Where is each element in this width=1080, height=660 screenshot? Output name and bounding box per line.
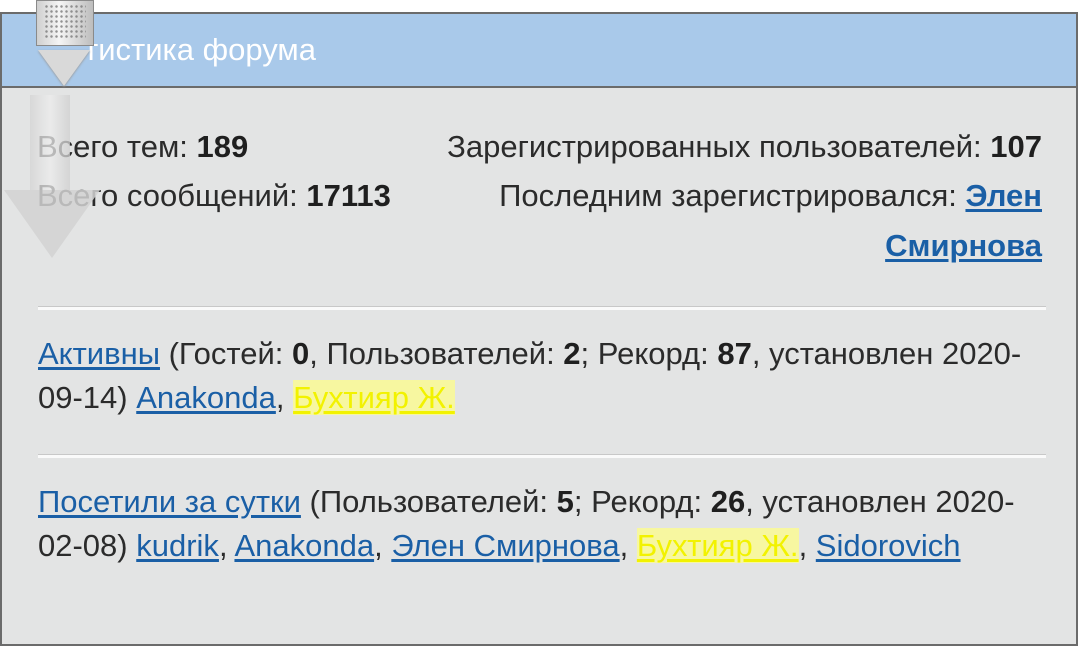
separator: , bbox=[374, 528, 392, 563]
divider bbox=[38, 454, 1046, 458]
registered-count: Зарегистрированных пользователей: 107 bbox=[447, 127, 1042, 167]
daily-visitors-section: Посетили за сутки (Пользователей: 5; Рек… bbox=[38, 480, 1046, 568]
topics-value: 189 bbox=[196, 129, 249, 164]
registered-value: 107 bbox=[990, 129, 1042, 164]
user-link-sidorovich[interactable]: Sidorovich bbox=[816, 528, 961, 563]
active-users-value: 2 bbox=[563, 336, 581, 371]
user-link-buhtiyar[interactable]: Бухтияр Ж. bbox=[636, 528, 799, 563]
arrow-shaft bbox=[30, 95, 70, 190]
user-link-anakonda[interactable]: Anakonda bbox=[234, 528, 374, 563]
separator: , bbox=[218, 528, 235, 563]
active-users-section: Активны (Гостей: 0, Пользователей: 2; Ре… bbox=[38, 332, 1046, 420]
daily-record-value: 26 bbox=[710, 484, 746, 519]
text: ; Рекорд: bbox=[573, 484, 711, 519]
user-link-anakonda[interactable]: Anakonda bbox=[136, 380, 276, 415]
daily-users-value: 5 bbox=[556, 484, 574, 519]
last-registered-user-link[interactable]: Элен bbox=[965, 178, 1042, 213]
last-registered-label: Последним зарегистрировался: bbox=[499, 178, 957, 213]
grip-texture bbox=[44, 4, 86, 40]
text: (Пользователей: bbox=[300, 484, 557, 519]
arrow-down-icon bbox=[4, 190, 100, 258]
user-link-elen-smirnova[interactable]: Элен Смирнова bbox=[391, 528, 619, 563]
separator: , bbox=[798, 528, 816, 563]
guests-value: 0 bbox=[292, 336, 310, 371]
active-link[interactable]: Активны bbox=[38, 336, 160, 371]
active-record-value: 87 bbox=[717, 336, 752, 371]
text: (Гостей: bbox=[159, 336, 293, 371]
panel-title: тистика форума bbox=[84, 32, 316, 67]
scroll-down-arrow-icon[interactable] bbox=[0, 0, 100, 270]
last-registered-line2: Смирнова bbox=[885, 226, 1042, 266]
posts-value: 17113 bbox=[306, 178, 391, 213]
text: , Пользователей: bbox=[309, 336, 564, 371]
user-link-buhtiyar[interactable]: Бухтияр Ж. bbox=[293, 380, 455, 415]
last-registered-user-link-cont[interactable]: Смирнова bbox=[885, 228, 1042, 263]
text: ; Рекорд: bbox=[580, 336, 718, 371]
user-link-kudrik[interactable]: kudrik bbox=[136, 528, 219, 563]
separator: , bbox=[619, 528, 637, 563]
registered-label: Зарегистрированных пользователей: bbox=[447, 129, 982, 164]
panel-header: тистика форума bbox=[2, 14, 1076, 88]
forum-stats-panel: тистика форума Всего тем: 189 Зарегистри… bbox=[0, 12, 1078, 646]
daily-link[interactable]: Посетили за сутки bbox=[38, 484, 301, 519]
divider bbox=[38, 306, 1046, 310]
last-registered: Последним зарегистрировался: Элен bbox=[499, 176, 1042, 216]
separator: , bbox=[275, 380, 294, 415]
chevron-down-icon bbox=[38, 50, 90, 86]
